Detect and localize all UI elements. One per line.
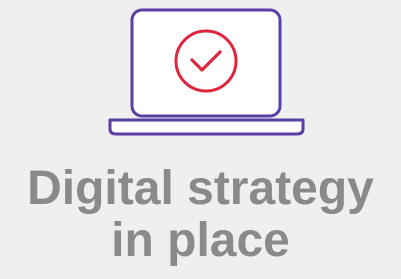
laptop-icon xyxy=(108,8,305,136)
caption-line-1: Digital strategy xyxy=(27,162,374,215)
caption-text: Digital strategy in place xyxy=(0,163,401,267)
illustration xyxy=(0,0,401,150)
caption-line-2: in place xyxy=(111,214,290,267)
laptop-base xyxy=(108,118,305,136)
laptop-screen xyxy=(130,8,282,118)
